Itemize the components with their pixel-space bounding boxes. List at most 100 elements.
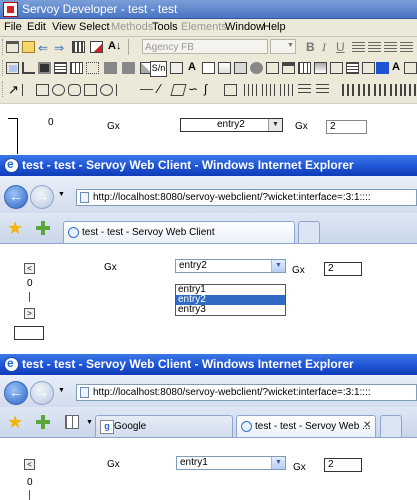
pointer-icon[interactable]: ↗ [8, 82, 19, 98]
vertical-line-icon[interactable] [22, 84, 36, 96]
bean-icon[interactable] [330, 62, 343, 74]
group-icon[interactable] [104, 62, 117, 74]
menu-edit[interactable]: Edit [27, 21, 46, 33]
save-icon[interactable] [38, 62, 51, 74]
underline-button[interactable]: U [336, 40, 345, 54]
distribute-h-icon[interactable] [342, 84, 355, 96]
polygon-tool-icon[interactable] [170, 84, 187, 96]
ie1-tab-servoy[interactable]: test - test - Servoy Web Client [63, 221, 295, 243]
menu-elements[interactable]: Elements [181, 21, 227, 33]
rect-tool-icon[interactable] [36, 84, 49, 96]
help-icon[interactable] [376, 62, 389, 74]
designer-label-gx-2[interactable]: Gx [295, 121, 308, 132]
menu-view[interactable]: View [52, 21, 76, 33]
new-tab-button[interactable] [298, 221, 320, 243]
ie2-tab-google[interactable]: g Google [95, 415, 233, 437]
square-tool-icon[interactable] [84, 84, 97, 96]
ie2-slider-track[interactable] [29, 490, 30, 500]
ungroup-icon[interactable] [122, 62, 135, 74]
browser-icon[interactable] [6, 62, 19, 74]
align-right-edges-icon[interactable] [280, 84, 293, 96]
down-button[interactable]: > [24, 308, 35, 319]
grid-icon[interactable] [70, 62, 83, 74]
back-button[interactable]: ← [4, 381, 28, 405]
window-icon[interactable] [6, 41, 19, 53]
forward-arrow-icon[interactable]: ⇒ [54, 41, 64, 55]
align-middle-icon[interactable] [316, 84, 329, 96]
history-dropdown-icon[interactable]: ▼ [58, 387, 65, 394]
favorites-star-icon[interactable]: ★ [7, 413, 23, 431]
sort-icon[interactable]: A↓ [108, 40, 121, 52]
rectangle-icon[interactable] [234, 62, 247, 74]
new-tab-button[interactable] [380, 415, 402, 437]
form-delete-icon[interactable] [90, 41, 103, 53]
tabpanel-icon[interactable] [282, 62, 295, 74]
forward-button[interactable]: → [30, 185, 54, 209]
round-rect-tool-icon[interactable] [68, 84, 81, 96]
snap-grid-icon[interactable] [86, 62, 99, 74]
menu-tools[interactable]: Tools [152, 21, 178, 33]
text-icon[interactable]: A [392, 61, 400, 73]
ie1-combobox[interactable]: entry2 ▼ [175, 259, 286, 273]
distribute-space-icon[interactable] [374, 84, 387, 96]
ellipse-icon[interactable] [250, 62, 263, 74]
menu-select[interactable]: Select [79, 21, 110, 33]
bold-button[interactable]: B [306, 40, 315, 54]
distribute-center-icon[interactable] [390, 84, 403, 96]
ie1-text-field[interactable]: 2 [324, 262, 362, 276]
ie1-dropdown-list[interactable]: entry1 entry2 entry3 [175, 284, 286, 316]
button-icon[interactable] [202, 62, 215, 74]
chevron-down-icon[interactable]: ▼ [271, 457, 285, 469]
curve-tool-icon[interactable]: ∽ [188, 82, 198, 96]
align-right-icon[interactable] [384, 42, 397, 54]
quick-tabs-icon[interactable] [65, 415, 79, 429]
add-favorites-icon[interactable] [36, 221, 50, 235]
more-icon[interactable] [404, 62, 417, 74]
field-icon[interactable] [170, 62, 183, 74]
menu-file[interactable]: File [4, 21, 22, 33]
history-dropdown-icon[interactable]: ▼ [58, 191, 65, 198]
ie1-slider-track[interactable] [29, 292, 30, 302]
align-justify-icon[interactable] [400, 42, 413, 54]
image-icon[interactable] [218, 62, 231, 74]
label-icon[interactable]: A [188, 61, 196, 73]
text-area-icon[interactable] [346, 62, 359, 74]
up-button[interactable]: < [24, 263, 35, 274]
ie2-combobox[interactable]: entry1 ▼ [176, 456, 286, 470]
menu-methods[interactable]: Methods [111, 21, 153, 33]
align-left-edges-icon[interactable] [244, 84, 257, 96]
chevron-down-icon[interactable]: ▼ [268, 119, 282, 131]
designer-text-field[interactable]: 2 [326, 120, 367, 134]
bar-tool-icon[interactable] [116, 84, 130, 96]
html-area-icon[interactable] [362, 62, 375, 74]
form-edit-icon[interactable] [22, 62, 35, 74]
forward-button[interactable]: → [30, 381, 54, 405]
line-tool-icon[interactable] [140, 89, 153, 90]
close-tab-icon[interactable]: ✕ [363, 420, 371, 431]
open-icon[interactable] [22, 41, 35, 53]
menu-window[interactable]: Window [225, 21, 264, 33]
designer-label-gx[interactable]: Gx [107, 121, 120, 132]
ie2-address-bar[interactable]: http://localhost:8080/servoy-webclient/?… [76, 384, 417, 401]
ie1-address-bar[interactable]: http://localhost:8080/servoy-webclient/?… [76, 189, 417, 206]
designer-combobox[interactable]: entry2 ▼ [180, 118, 283, 132]
back-arrow-icon[interactable]: ⇐ [38, 41, 48, 55]
dropdown-option-entry3[interactable]: entry3 [176, 305, 285, 315]
align-top-icon[interactable] [298, 84, 311, 96]
split-pane-icon[interactable] [314, 62, 327, 74]
freeform-tool-icon[interactable]: ∫ [204, 82, 207, 96]
ie1-empty-field[interactable] [14, 326, 44, 340]
chevron-down-icon[interactable]: ▼ [271, 260, 285, 272]
oval-tool-icon[interactable] [52, 84, 65, 96]
ie2-tab-servoy[interactable]: test - test - Servoy Web ... ✕ [236, 415, 376, 437]
fraction-icon[interactable]: S/n [150, 61, 167, 77]
portal-icon[interactable] [266, 62, 279, 74]
table-icon[interactable] [298, 62, 311, 74]
align-left-icon[interactable] [352, 42, 365, 54]
form-layout-icon[interactable] [72, 41, 85, 53]
italic-button[interactable]: I [322, 40, 326, 55]
menu-help[interactable]: Help [263, 21, 286, 33]
add-favorites-icon[interactable] [36, 415, 50, 429]
slider-track[interactable] [17, 118, 18, 154]
list-icon[interactable] [54, 62, 67, 74]
